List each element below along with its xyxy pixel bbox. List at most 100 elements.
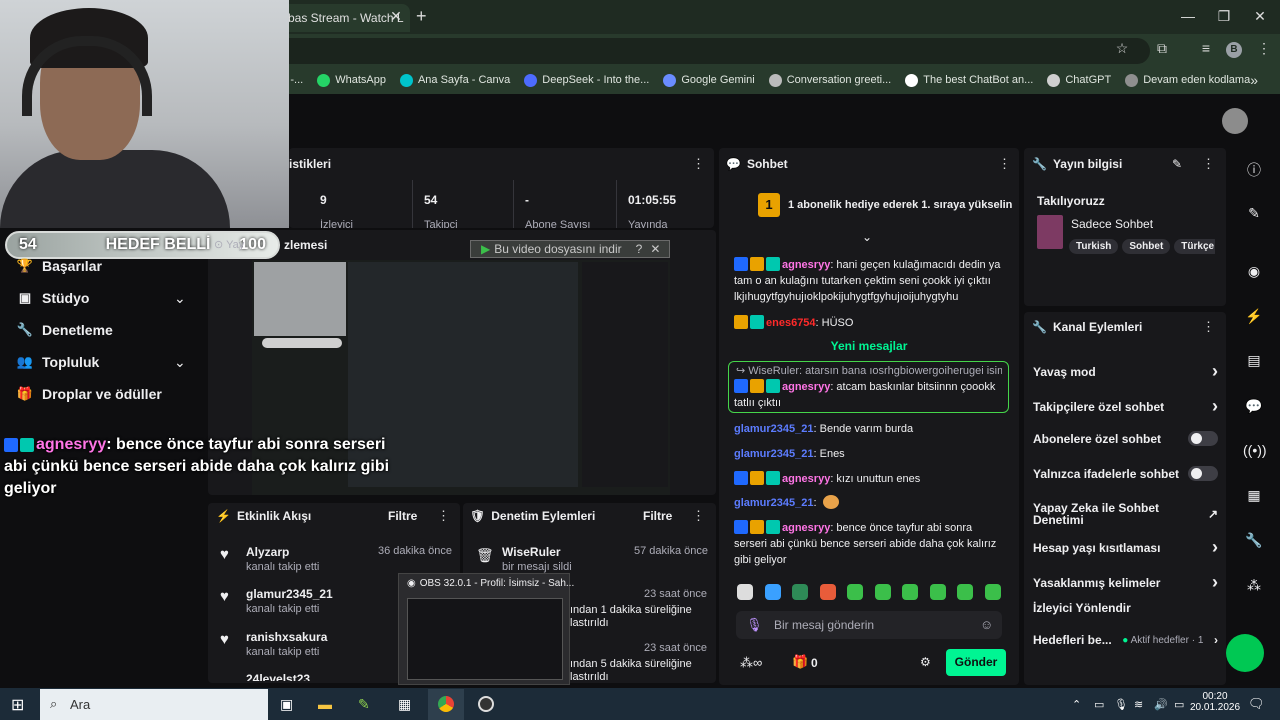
mod-filter-button[interactable]: Filtre	[643, 509, 672, 523]
minimize-button[interactable]: —	[1178, 8, 1198, 24]
nav-item-0[interactable]: 🏆 Başarılar	[16, 258, 102, 274]
layout-icon[interactable]: ▦	[1243, 487, 1265, 504]
emoji-picker-icon[interactable]: ☺	[980, 617, 993, 632]
close-window-button[interactable]: ✕	[1250, 8, 1270, 25]
chevron-down-icon[interactable]: ⌄	[174, 354, 186, 371]
address-bar[interactable]	[270, 38, 1150, 64]
bookmark-item[interactable]: Google Gemini	[663, 73, 755, 87]
store-icon[interactable]: ▦	[398, 696, 411, 713]
bookmark-item[interactable]: ChatGPT	[1047, 73, 1111, 87]
bookmark-star-icon[interactable]: ☆	[1112, 40, 1132, 57]
taskbar-search[interactable]: ⌕ Ara	[40, 689, 268, 720]
tag-sohbet[interactable]: Sohbet	[1122, 239, 1171, 254]
tray-chevron-icon[interactable]: ⌃	[1072, 698, 1081, 711]
toggle-switch[interactable]	[1188, 466, 1218, 481]
edit-pencil-icon[interactable]: ✎	[1172, 157, 1182, 171]
emote-icon[interactable]	[792, 584, 808, 600]
chat-username[interactable]: enes6754	[766, 317, 816, 329]
stats-more-icon[interactable]: ⋮	[692, 156, 705, 172]
emote-icon[interactable]	[957, 584, 973, 600]
activity-filter-button[interactable]: Filtre	[388, 509, 417, 523]
channel-action-row[interactable]: Hesap yaşı kısıtlaması ›	[1033, 537, 1218, 558]
obs-taskbar-preview[interactable]: ◉ OBS 32.0.1 - Profil: İsimsiz - Sah...	[398, 573, 574, 685]
stream-info-more-icon[interactable]: ⋮	[1202, 156, 1215, 172]
chat-username[interactable]: glamur2345_21	[734, 497, 814, 509]
nav-item-4[interactable]: 🎁 Droplar ve ödüller	[16, 386, 162, 402]
channel-action-row[interactable]: Yasaklanmış kelimeler ›	[1033, 572, 1218, 593]
emote-icon[interactable]	[764, 584, 781, 600]
tool-icon[interactable]: 🔧	[1243, 532, 1265, 549]
nav-item-3[interactable]: 👥 Topluluk	[16, 354, 99, 370]
pencil-icon[interactable]: ✎	[1243, 205, 1265, 222]
media-control-icon[interactable]: ≡	[1196, 40, 1216, 56]
emote-icon[interactable]	[929, 584, 946, 600]
close-tab-icon[interactable]: ✕	[388, 8, 404, 24]
chat-username[interactable]: agnesryy	[782, 473, 830, 485]
goals-row[interactable]: Hedefleri be... ● Aktif hedefler · 1 ›	[1033, 633, 1218, 647]
camera-icon[interactable]: ◉	[1243, 263, 1265, 280]
chevron-down-icon[interactable]: ⌄	[174, 290, 186, 307]
download-video-bar[interactable]: ▶ Bu video dosyasını indir ? ✕	[470, 240, 670, 258]
windows-start-icon[interactable]: ⊞	[11, 695, 24, 715]
bookmark-item[interactable]: WhatsApp	[317, 73, 386, 87]
chat-input[interactable]: 🎙 Bir mesaj gönderin ☺	[736, 611, 1002, 639]
nav-item-2[interactable]: 🔧 Denetleme	[16, 322, 113, 338]
emote-icon[interactable]	[847, 584, 863, 600]
clock[interactable]: 00:20 20.01.2026	[1190, 691, 1240, 713]
bookmark-item[interactable]: Ana Sayfa - Canva	[399, 73, 510, 87]
activity-item-name[interactable]: Alyzarp	[246, 545, 289, 559]
chat-more-icon[interactable]: ⋮	[998, 156, 1011, 172]
channel-action-row[interactable]: Takipçilere özel sohbet ›	[1033, 396, 1218, 417]
help-icon[interactable]: ?	[636, 242, 643, 256]
file-explorer-icon[interactable]: ▬	[318, 696, 332, 712]
collapse-icon[interactable]: ⌄	[862, 230, 872, 244]
extensions-icon[interactable]: ⧉	[1152, 40, 1172, 57]
maximize-button[interactable]: ❐	[1214, 8, 1234, 25]
broadcast-icon[interactable]: ((•))	[1243, 442, 1267, 458]
channel-action-row[interactable]: İzleyici Yönlendir	[1033, 602, 1218, 614]
channel-action-row[interactable]: Abonelere özel sohbet	[1033, 431, 1218, 446]
channel-action-row[interactable]: Yavaş mod ›	[1033, 361, 1218, 382]
bookmark-item[interactable]: Devam eden kodlama	[1125, 73, 1250, 87]
activity-more-icon[interactable]: ⋮	[437, 508, 450, 524]
wifi-icon[interactable]: ≋	[1134, 698, 1143, 711]
gift-box-icon[interactable]: 🎁	[792, 654, 808, 670]
nav-item-1[interactable]: ▣ Stüdyo	[16, 290, 90, 306]
more-bookmarks-icon[interactable]: »	[1250, 72, 1258, 88]
chat-icon[interactable]: 💬	[1243, 398, 1265, 415]
channel-actions-more-icon[interactable]: ⋮	[1202, 319, 1215, 335]
emote-icon[interactable]	[902, 584, 918, 600]
bookmark-item[interactable]: DeepSeek - Into the...	[524, 73, 649, 87]
info-icon[interactable]: ⓘ	[1243, 160, 1265, 180]
tag-turkce[interactable]: Türkçe	[1174, 239, 1215, 254]
emote-icon[interactable]	[819, 584, 836, 600]
user-avatar[interactable]	[1222, 108, 1248, 134]
task-view-icon[interactable]: ▣	[280, 696, 293, 713]
chat-username[interactable]: glamur2345_21	[734, 448, 814, 460]
new-tab-button[interactable]: +	[416, 6, 427, 27]
activity-item-name[interactable]: ranishxsakura	[246, 630, 327, 644]
emote-icon[interactable]	[874, 584, 891, 600]
toggle-switch[interactable]	[1188, 431, 1218, 446]
category-name[interactable]: Sadece Sohbet	[1071, 217, 1153, 231]
document-icon[interactable]: ▤	[1243, 352, 1265, 369]
profile-avatar[interactable]: B	[1226, 42, 1242, 58]
browser-menu-icon[interactable]: ⋮	[1254, 40, 1274, 57]
points-icon[interactable]: ⁂	[1243, 577, 1265, 594]
channel-points-icon[interactable]: ⁂∞	[740, 655, 762, 671]
obs-icon[interactable]	[478, 696, 494, 712]
notification-icon[interactable]: 🗨	[1248, 696, 1265, 712]
chat-username[interactable]: agnesryy	[782, 522, 830, 534]
bookmark-item[interactable]: The best ChatBot an...	[905, 73, 1033, 87]
emote-icon[interactable]	[737, 584, 753, 600]
battery-icon[interactable]: ▭	[1174, 698, 1184, 711]
channel-action-row[interactable]: Yalnızca ifadelerle sohbet	[1033, 466, 1218, 481]
channel-action-row[interactable]: Yapay Zeka ile Sohbet Denetimi ↗	[1033, 502, 1218, 526]
microphone-icon[interactable]: 🎙	[746, 617, 763, 633]
close-download-icon[interactable]: ✕	[650, 242, 660, 256]
chat-username[interactable]: agnesryy	[782, 259, 830, 271]
chat-settings-icon[interactable]: ⚙	[920, 655, 931, 669]
mod-more-icon[interactable]: ⋮	[692, 508, 705, 524]
activity-item-name[interactable]: glamur2345_21	[246, 587, 333, 601]
chat-username[interactable]: glamur2345_21	[734, 423, 814, 435]
